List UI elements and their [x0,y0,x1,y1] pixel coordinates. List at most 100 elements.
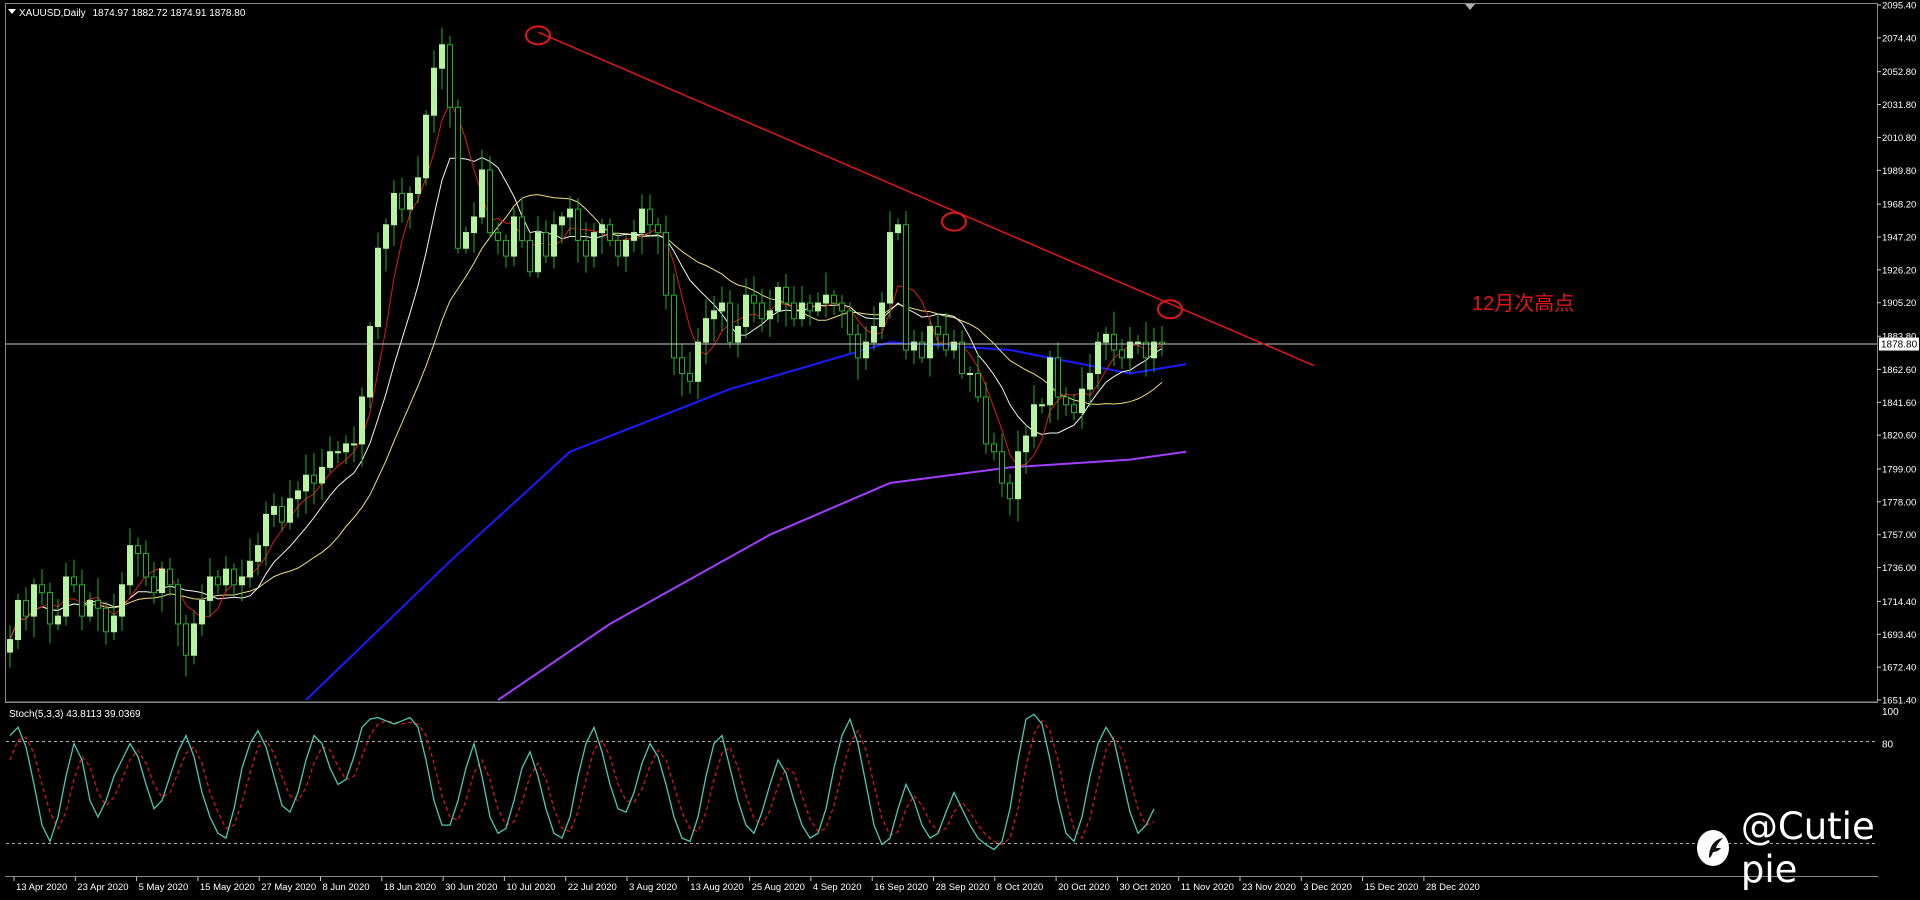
price-tick-label: 1757.00 [1882,530,1916,541]
candle-body [743,294,749,328]
candle-body [647,208,653,226]
candle-body [663,232,669,296]
date-tick-label: 16 Sep 2020 [874,882,928,893]
candle-body [151,576,157,594]
price-tick-label: 1799.00 [1882,464,1916,475]
stoch-tick-label: 80 [1882,740,1894,751]
candle-body [247,560,253,578]
date-tick-label: 5 May 2020 [139,882,189,893]
price-tick-label: 2074.40 [1882,33,1916,44]
symbol-name: XAUUSD,Daily [19,8,86,19]
candle-body [1071,404,1077,414]
candle-body [87,599,93,617]
price-tick-label: 1693.40 [1882,630,1916,641]
candle-body [183,623,189,656]
candle-body [1087,372,1093,390]
date-tick-label: 13 Aug 2020 [690,882,743,893]
candle-body [63,576,69,617]
annotation-label: 12月次高点 [1472,292,1574,315]
candle-body [1135,341,1141,344]
candle-body [1079,388,1085,414]
date-tick-label: 28 Sep 2020 [936,882,990,893]
candle-body [423,114,429,179]
ohlc-values: 1874.97 1882.72 1874.91 1878.80 [92,8,245,19]
candle-body [71,576,77,586]
candle-body [39,584,45,594]
candle-body [463,232,469,249]
candle-body [511,216,517,257]
candle-body [159,568,165,594]
date-tick-label: 3 Dec 2020 [1303,882,1352,893]
candle-body [823,294,829,304]
candle [455,99,461,254]
candle-body [783,286,789,304]
candle-body [135,545,141,554]
candle-body [95,599,101,609]
candle-body [1111,333,1117,351]
candle-body [399,192,405,210]
candle-body [583,239,589,257]
svg-text:1878.80: 1878.80 [1881,340,1918,351]
candle-body [959,341,965,374]
candle-body [983,396,989,445]
candle-body [927,326,933,359]
candle-body [359,396,365,445]
candle-body [1095,341,1101,374]
stoch-tick-label: 100 [1882,707,1899,718]
candle-body [759,302,765,320]
candle-body [559,216,565,226]
candle-body [143,552,149,578]
candle-body [1015,451,1021,500]
price-tick-label: 1778.00 [1882,497,1916,508]
candle-body [895,224,901,234]
candle-body [591,232,597,257]
trading-chart[interactable]: 2095.40 2074.40 2052.80 2031.80 2010.80 1989.… [0,0,1920,900]
candle-body [103,607,109,633]
candle-body [791,302,797,320]
candle-body [679,357,685,374]
candle-body [967,372,973,375]
candle-body [519,216,525,241]
date-tick-label: 13 Apr 2020 [16,882,67,893]
candle-body [847,310,853,335]
candle-body [943,333,949,351]
feather-logo-icon [1697,830,1729,866]
price-tick-label: 1968.20 [1882,200,1916,211]
candle-body [711,310,717,320]
candle-body [535,232,541,273]
price-tick-label: 1905.20 [1882,298,1916,309]
candle-body [239,576,245,586]
candle-body [991,443,997,453]
date-tick-label: 20 Oct 2020 [1058,882,1110,893]
date-tick-label: 22 Jul 2020 [568,882,617,893]
candle-body [455,106,461,249]
price-tick-label: 1926.20 [1882,265,1916,276]
stoch-header: Stoch(5,3,3) 43.8113 39.0369 [9,709,141,720]
candle-body [119,584,125,617]
date-tick-label: 25 Aug 2020 [752,882,805,893]
candle-body [15,599,21,641]
candle-body [1047,357,1053,406]
candle [423,110,429,186]
candle-body [1063,396,1069,406]
candle-body [695,341,701,382]
candle-body [879,302,885,328]
candle-body [327,451,333,468]
candle-body [687,372,693,382]
candle-body [175,584,181,625]
watermark: @Cutie pie [1697,805,1920,891]
candle-body [431,67,437,116]
candle-body [655,224,661,234]
candle-body [383,224,389,249]
candle-body [719,302,725,312]
watermark-text: @Cutie pie [1740,805,1875,891]
candle-body [975,372,981,398]
candle-body [215,576,221,586]
candle-body [767,310,773,320]
price-tick-label: 1862.60 [1882,365,1916,376]
candle-body [231,568,237,586]
candle-body [287,498,293,523]
candle-body [471,216,477,234]
candle-body [55,615,61,625]
date-tick-label: 15 Dec 2020 [1365,882,1419,893]
